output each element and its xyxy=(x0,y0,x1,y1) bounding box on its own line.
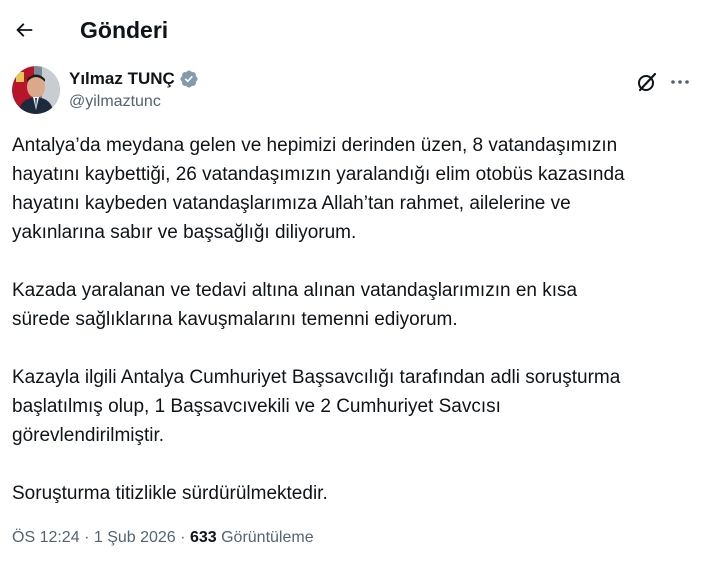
author-handle[interactable]: @yilmaztunc xyxy=(69,92,161,112)
tweet-time[interactable]: ÖS 12:24 xyxy=(12,529,80,546)
tweet-line: Antalya’da meydana gelen ve hepimizi der… xyxy=(12,135,618,156)
tweet-paragraph: Kazayla ilgili Antalya Cumhuriyet Başsav… xyxy=(12,363,702,450)
tweet-line: görevlendirilmiştir. xyxy=(12,425,165,446)
tweet-line: Kazayla ilgili Antalya Cumhuriyet Başsav… xyxy=(12,367,621,388)
tweet-author: Yılmaz TUNÇ @yilmaztunc xyxy=(12,66,702,116)
meta-separator: · xyxy=(180,529,186,546)
tweet-line: Soruşturma titizlikle sürdürülmektedir. xyxy=(12,483,328,504)
author-name-text: Yılmaz TUNÇ xyxy=(69,69,175,88)
tweet-line: hayatını kaybettiği, 26 vatandaşımızın y… xyxy=(12,164,625,185)
views-label: Görüntüleme xyxy=(221,529,314,546)
tweet-meta: ÖS 12:24 · 1 Şub 2026 · 633 Görüntüleme xyxy=(12,527,314,549)
avatar-image xyxy=(12,66,60,114)
grok-icon xyxy=(638,72,657,92)
grok-button[interactable] xyxy=(635,70,659,94)
tweet-paragraph: Kazada yaralanan ve tedavi altına alınan… xyxy=(12,276,702,334)
back-button[interactable] xyxy=(10,16,38,44)
avatar[interactable] xyxy=(12,66,60,114)
tweet-line: yakınlarına sabır ve başsağlığı diliyoru… xyxy=(12,222,357,243)
more-options-button[interactable] xyxy=(668,70,692,94)
author-name[interactable]: Yılmaz TUNÇ xyxy=(69,68,199,90)
tweet-line: sürede sağlıklarına kavuşmalarını temenn… xyxy=(12,309,458,330)
tweet-text: Antalya’da meydana gelen ve hepimizi der… xyxy=(12,131,702,537)
tweet-paragraph: Antalya’da meydana gelen ve hepimizi der… xyxy=(12,131,702,247)
arrow-left-icon xyxy=(16,23,33,37)
views-count: 633 xyxy=(189,529,217,546)
tweet-line: hayatını kaybeden vatandaşlarımıza Allah… xyxy=(12,193,571,214)
tweet-date[interactable]: 1 Şub 2026 xyxy=(94,529,176,546)
page-title: Gönderi xyxy=(80,17,169,43)
top-bar: Gönderi xyxy=(0,0,714,58)
verified-badge-icon xyxy=(180,70,198,88)
tweet-line: başlatılmış olup, 1 Başsavcıvekili ve 2 … xyxy=(12,396,501,417)
more-horizontal-icon xyxy=(671,80,689,84)
tweet-line: Kazada yaralanan ve tedavi altına alınan… xyxy=(12,280,578,301)
tweet-paragraph: Soruşturma titizlikle sürdürülmektedir. xyxy=(12,479,702,508)
meta-separator: · xyxy=(84,529,90,546)
